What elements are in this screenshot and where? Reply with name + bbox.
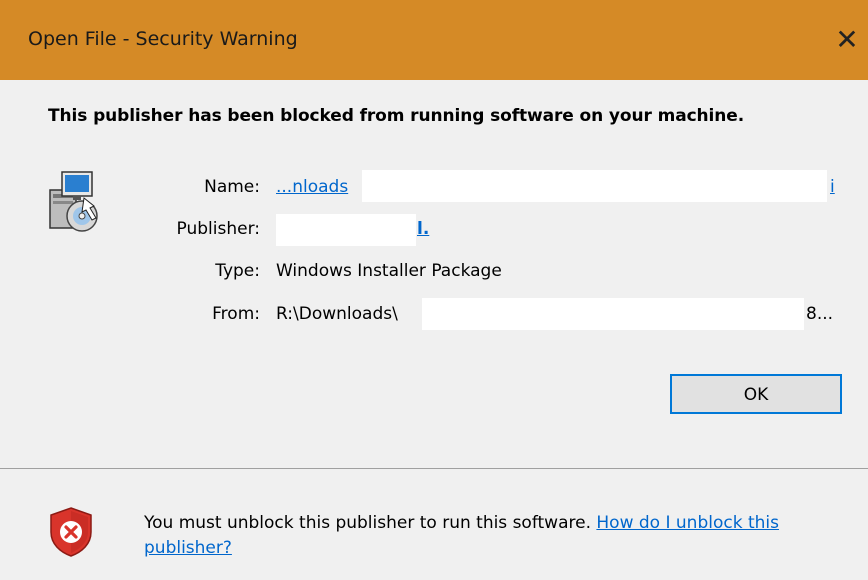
redaction-block — [362, 170, 827, 202]
publisher-label: Publisher: — [176, 219, 260, 239]
window-title: Open File - Security Warning — [28, 28, 298, 50]
close-button[interactable]: ✕ — [826, 20, 868, 60]
from-value: R:\Downloads\ — [276, 304, 398, 324]
from-value-end: 8... — [806, 304, 834, 324]
redaction-block — [422, 298, 804, 330]
name-link-end[interactable]: i — [830, 177, 835, 197]
type-label: Type: — [215, 261, 260, 281]
from-label: From: — [212, 304, 260, 324]
warning-heading: This publisher has been blocked from run… — [48, 106, 745, 126]
name-label: Name: — [204, 177, 260, 197]
ok-button[interactable]: OK — [670, 374, 842, 414]
shield-error-icon — [50, 507, 92, 557]
unblock-message: You must unblock this publisher to run t… — [144, 511, 844, 561]
type-value: Windows Installer Package — [276, 261, 502, 281]
title-bar[interactable]: Open File - Security Warning ✕ — [0, 0, 868, 80]
name-link[interactable]: ...nloads — [276, 177, 348, 197]
redaction-block — [276, 214, 416, 246]
publisher-link[interactable]: l. — [417, 219, 429, 239]
unblock-message-text: You must unblock this publisher to run t… — [144, 513, 591, 533]
